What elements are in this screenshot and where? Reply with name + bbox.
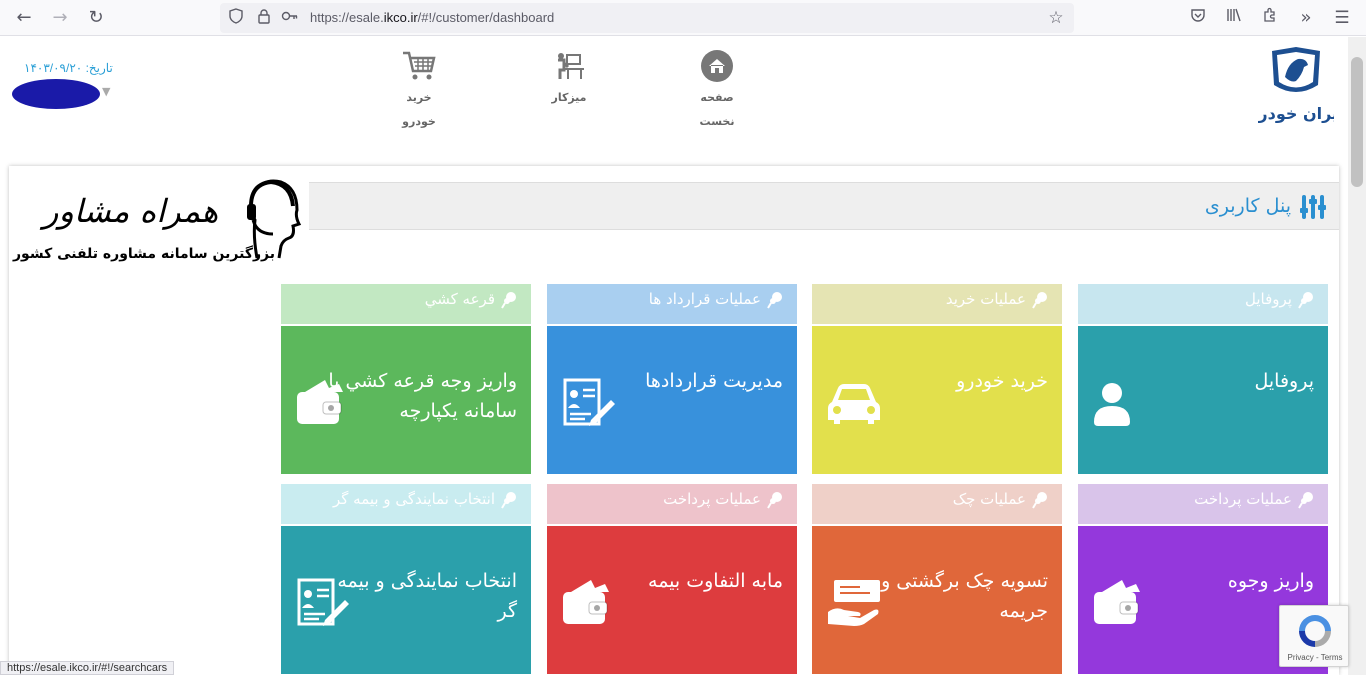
bookmark-star-icon[interactable]: ☆ [1046, 8, 1066, 28]
tile-caption-text: پروفايل [1245, 290, 1292, 308]
tile-caption-text: قرعه کشي [424, 290, 495, 308]
tile-contracts[interactable]: عمليات قرارداد ها مديريت قراردادها [547, 284, 797, 474]
tile-caption-text: عمليات پرداخت [663, 490, 761, 508]
tile-insurance-difference[interactable]: عمليات پرداخت مابه التفاوت بيمه [547, 484, 797, 674]
tile-body[interactable]: انتخاب نمايندگی و بيمه گر [281, 526, 531, 674]
sliders-icon [1299, 193, 1327, 221]
nav-home-label: صفحه [700, 91, 734, 104]
cart-icon [403, 51, 436, 80]
wallet-icon [1092, 578, 1148, 630]
reload-icon[interactable]: ↻ [84, 6, 108, 30]
site-header: ایران خودرو صفحه نخست میزکار خرید خودرو … [0, 37, 1348, 165]
status-bar-url: https://esale.ikco.ir/#!/searchcars [0, 661, 175, 675]
cheque-hand-icon [826, 578, 882, 630]
pin-icon [767, 291, 783, 309]
nav-desk-label: میزکار [551, 91, 587, 104]
pin-icon [1032, 491, 1048, 509]
tile-caption-text: عمليات خريد [945, 290, 1026, 308]
pin-icon [501, 291, 517, 309]
extensions-icon[interactable] [1258, 6, 1282, 30]
ikco-logo[interactable]: ایران خودرو [1247, 45, 1344, 125]
tile-caption-text: عمليات چک [952, 490, 1026, 508]
tile-buy-car[interactable]: عمليات خريد خريد خودرو [812, 284, 1062, 474]
nav-home-label-2: نخست [699, 115, 735, 128]
tile-caption-text: عمليات قرارداد ها [648, 290, 761, 308]
pin-icon [767, 491, 783, 509]
scrollbar-thumb[interactable] [1351, 57, 1363, 187]
tile-body[interactable]: مديريت قراردادها [547, 326, 797, 474]
panel-title: پنل کاربری [1204, 195, 1291, 217]
caret-down-icon[interactable]: ▼ [102, 85, 110, 98]
user-icon [1092, 378, 1148, 430]
tile-body[interactable]: خريد خودرو [812, 326, 1062, 474]
tile-caption: عمليات چک [812, 484, 1062, 524]
nav-desk[interactable]: میزکار [544, 49, 594, 110]
tile-dealer-insurer-select[interactable]: انتخاب نمايندگی و بيمه گر انتخاب نمايندگی… [281, 484, 531, 674]
nav-home[interactable]: صفحه نخست [692, 49, 742, 134]
car-icon [826, 378, 882, 430]
tile-profile[interactable]: پروفايل پروفايل [1078, 284, 1328, 474]
address-bar[interactable]: https://esale.ikco.ir/#!/customer/dashbo… [220, 3, 1074, 33]
tile-caption: انتخاب نمايندگی و بيمه گر [281, 484, 531, 524]
tile-caption: عمليات قرارداد ها [547, 284, 797, 324]
key-icon[interactable] [280, 8, 300, 28]
tile-lottery-deposit[interactable]: قرعه کشي واريز وجه قرعه کشي يا سامانه يکپ… [281, 284, 531, 474]
forward-arrow-icon[interactable]: → [48, 6, 72, 30]
headset-head-icon [239, 176, 303, 260]
logo-text: ایران خودرو [1258, 104, 1334, 123]
tile-body[interactable]: تسويه چک برگشتی و جريمه [812, 526, 1062, 674]
advisor-ad-banner[interactable]: همراه مشاور بزرگترین سامانه مشاوره تلفنی… [9, 170, 309, 270]
shield-icon[interactable] [226, 8, 246, 28]
pin-icon [501, 491, 517, 509]
library-icon[interactable] [1222, 6, 1246, 30]
lock-icon[interactable] [254, 8, 274, 28]
overflow-chevron-icon[interactable]: » [1294, 6, 1318, 30]
tile-caption-text: انتخاب نمايندگی و بيمه گر [332, 490, 495, 508]
tile-caption: عمليات خريد [812, 284, 1062, 324]
page-scrollbar[interactable] [1348, 37, 1366, 675]
panel-header: پنل کاربری [299, 182, 1339, 230]
tile-caption: پروفايل [1078, 284, 1328, 324]
tile-caption: عمليات پرداخت [547, 484, 797, 524]
pin-icon [1298, 491, 1314, 509]
wallet-icon [561, 578, 617, 630]
recaptcha-icon [1299, 615, 1331, 647]
contract-icon [561, 378, 617, 430]
back-arrow-icon[interactable]: ← [12, 6, 36, 30]
desk-icon [558, 53, 584, 79]
tile-body[interactable]: پروفايل [1078, 326, 1328, 474]
home-icon [701, 50, 733, 82]
menu-hamburger-icon[interactable]: ☰ [1330, 6, 1354, 30]
wallet-icon [295, 378, 351, 430]
date-label: تاریخ: ۱۴۰۳/۰۹/۲۰ [24, 61, 113, 75]
pocket-icon[interactable] [1186, 6, 1210, 30]
tile-caption-text: عمليات پرداخت [1194, 490, 1292, 508]
url-text[interactable]: https://esale.ikco.ir/#!/customer/dashbo… [310, 10, 554, 25]
tile-caption: قرعه کشي [281, 284, 531, 324]
browser-toolbar: ← → ↻ https://esale.ikco.ir/#!/customer/… [0, 0, 1366, 36]
ad-title: همراه مشاور [43, 192, 219, 230]
tile-body[interactable]: مابه التفاوت بيمه [547, 526, 797, 674]
tile-body[interactable]: واريز وجه قرعه کشي يا سامانه يکپارچه [281, 326, 531, 474]
nav-buy-car-label: خرید خودرو [402, 91, 436, 128]
ad-subtitle: بزرگترین سامانه مشاوره تلفنی کشور [13, 246, 275, 262]
nav-buy-car[interactable]: خرید خودرو [388, 49, 450, 134]
tile-cheque-settlement[interactable]: عمليات چک تسويه چک برگشتی و جريمه [812, 484, 1062, 674]
recaptcha-badge[interactable]: Privacy - Terms [1279, 605, 1349, 667]
contract-icon [295, 578, 351, 630]
pin-icon [1298, 291, 1314, 309]
pin-icon [1032, 291, 1048, 309]
user-panel: پنل کاربری همراه مشاور بزرگترین سامانه م… [9, 166, 1339, 675]
tile-caption: عمليات پرداخت [1078, 484, 1328, 524]
user-name-redacted[interactable] [12, 79, 100, 109]
recaptcha-links[interactable]: Privacy - Terms [1280, 653, 1350, 662]
